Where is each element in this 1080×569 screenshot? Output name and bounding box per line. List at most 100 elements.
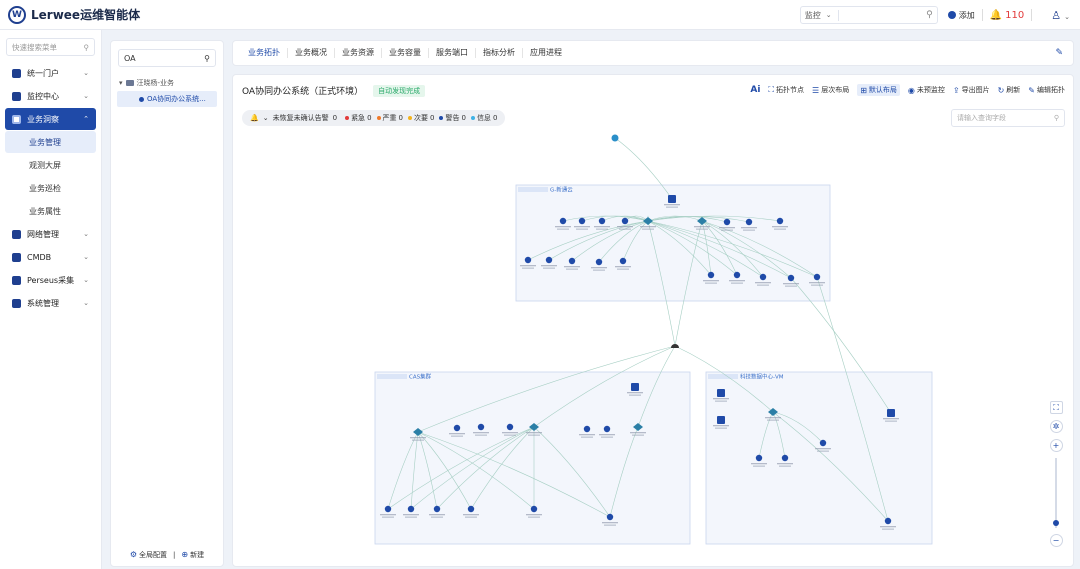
node-label[interactable]: [721, 229, 733, 231]
host-node-icon[interactable]: [603, 425, 611, 433]
host-node-icon[interactable]: [819, 439, 827, 447]
node-label[interactable]: [566, 268, 578, 270]
node-label[interactable]: [817, 450, 829, 452]
sidebar-subitem[interactable]: 业务管理: [5, 131, 96, 153]
host-node-icon[interactable]: [545, 256, 553, 264]
node-label[interactable]: [809, 282, 825, 284]
zoom-out-icon[interactable]: −: [1049, 534, 1063, 547]
node-label[interactable]: [767, 419, 779, 421]
node-label[interactable]: [543, 267, 555, 269]
user-menu[interactable]: ♙ ⌄: [1051, 9, 1070, 22]
host-node-icon[interactable]: [619, 257, 627, 265]
host-node-icon[interactable]: [583, 425, 591, 433]
server-node-icon[interactable]: [887, 409, 895, 417]
node-label[interactable]: [705, 282, 717, 284]
node-label[interactable]: [403, 514, 419, 516]
sidebar-item[interactable]: Perseus采集 ⌄: [5, 269, 96, 291]
global-config-button[interactable]: ⚙ 全局配置: [130, 550, 167, 560]
host-node-icon[interactable]: [384, 505, 392, 513]
alarm-level[interactable]: 信息 0: [470, 113, 497, 123]
node-label[interactable]: [696, 228, 708, 230]
sidebar-item[interactable]: 监控中心 ⌄: [5, 85, 96, 107]
node-label[interactable]: [715, 400, 727, 402]
tab[interactable]: 业务容量: [382, 48, 429, 58]
alarm-level[interactable]: 严重 0: [376, 113, 403, 123]
node-label[interactable]: [885, 420, 897, 422]
router-node-icon[interactable]: [671, 344, 679, 348]
host-node-icon[interactable]: [781, 454, 789, 462]
node-label[interactable]: [694, 226, 710, 228]
snowflake-icon[interactable]: ✲: [1049, 420, 1063, 433]
node-label[interactable]: [405, 516, 417, 518]
node-label[interactable]: [412, 439, 424, 441]
node-label[interactable]: [382, 516, 394, 518]
node-label[interactable]: [777, 463, 793, 465]
new-button[interactable]: ⊕ 新建: [181, 550, 204, 560]
unmonitored-button[interactable]: ◉ 未预监控: [908, 85, 945, 95]
node-label[interactable]: [757, 284, 769, 286]
node-label[interactable]: [429, 514, 445, 516]
host-node-icon[interactable]: [433, 505, 441, 513]
node-label[interactable]: [380, 514, 396, 516]
node-label[interactable]: [564, 266, 580, 268]
host-node-icon[interactable]: [723, 218, 731, 226]
server-node-icon[interactable]: [631, 383, 639, 391]
export-image-button[interactable]: ⇪ 导出图片: [953, 85, 990, 95]
node-label[interactable]: [719, 227, 735, 229]
node-label[interactable]: [627, 392, 643, 394]
host-node-icon[interactable]: [578, 217, 586, 225]
host-node-icon[interactable]: [621, 217, 629, 225]
sidebar-item[interactable]: CMDB ⌄: [5, 246, 96, 268]
topology-canvas[interactable]: G-新通云 CAS集群 科技数据中心-VM: [233, 75, 1074, 567]
node-label[interactable]: [713, 398, 729, 400]
alarm-status-bar[interactable]: 🔔 ⌄ 未恢复未确认告警 0 紧急 0 严重 0 次要 0 警告 0 信息 0: [242, 110, 506, 126]
host-node-icon[interactable]: [707, 271, 715, 279]
node-label[interactable]: [473, 432, 489, 434]
node-label[interactable]: [666, 206, 678, 208]
node-label[interactable]: [743, 229, 755, 231]
cloud-node-icon[interactable]: [611, 134, 619, 142]
node-label[interactable]: [502, 432, 518, 434]
node-label[interactable]: [465, 516, 477, 518]
node-label[interactable]: [772, 226, 788, 228]
node-label[interactable]: [431, 516, 443, 518]
node-label[interactable]: [579, 434, 595, 436]
host-node-icon[interactable]: [407, 505, 415, 513]
topo-node-button[interactable]: ⛶ 拓扑节点: [768, 85, 804, 95]
alarm-level[interactable]: 次要 0: [408, 113, 434, 123]
node-label[interactable]: [883, 418, 899, 420]
host-node-icon[interactable]: [477, 423, 485, 431]
node-label[interactable]: [811, 284, 823, 286]
node-label[interactable]: [528, 434, 540, 436]
node-label[interactable]: [574, 226, 590, 228]
node-label[interactable]: [882, 528, 894, 530]
node-label[interactable]: [526, 514, 542, 516]
node-label[interactable]: [713, 425, 729, 427]
node-label[interactable]: [715, 427, 727, 429]
node-label[interactable]: [599, 434, 615, 436]
node-label[interactable]: [632, 434, 644, 436]
node-label[interactable]: [642, 228, 654, 230]
host-node-icon[interactable]: [755, 454, 763, 462]
refresh-button[interactable]: ↻ 刷新: [998, 85, 1021, 95]
node-label[interactable]: [785, 285, 797, 287]
node-label[interactable]: [410, 437, 426, 439]
node-label[interactable]: [731, 282, 743, 284]
sidebar-subitem[interactable]: 业务属性: [5, 200, 96, 222]
node-label[interactable]: [581, 436, 593, 438]
host-node-icon[interactable]: [467, 505, 475, 513]
host-node-icon[interactable]: [745, 218, 753, 226]
global-search[interactable]: 监控 ⌄ ⚲: [799, 6, 938, 24]
node-label[interactable]: [741, 227, 757, 229]
node-label[interactable]: [451, 435, 463, 437]
server-node-icon[interactable]: [717, 389, 725, 397]
node-label[interactable]: [664, 204, 680, 206]
node-label[interactable]: [640, 226, 656, 228]
tab[interactable]: 业务资源: [335, 48, 382, 58]
tab[interactable]: 指标分析: [476, 48, 523, 58]
alarm-button[interactable]: 🔔 110: [990, 10, 1025, 21]
sidebar-subitem[interactable]: 业务巡检: [5, 177, 96, 199]
node-label[interactable]: [463, 514, 479, 516]
host-node-icon[interactable]: [759, 273, 767, 281]
fit-screen-icon[interactable]: ⛶: [1049, 401, 1063, 414]
